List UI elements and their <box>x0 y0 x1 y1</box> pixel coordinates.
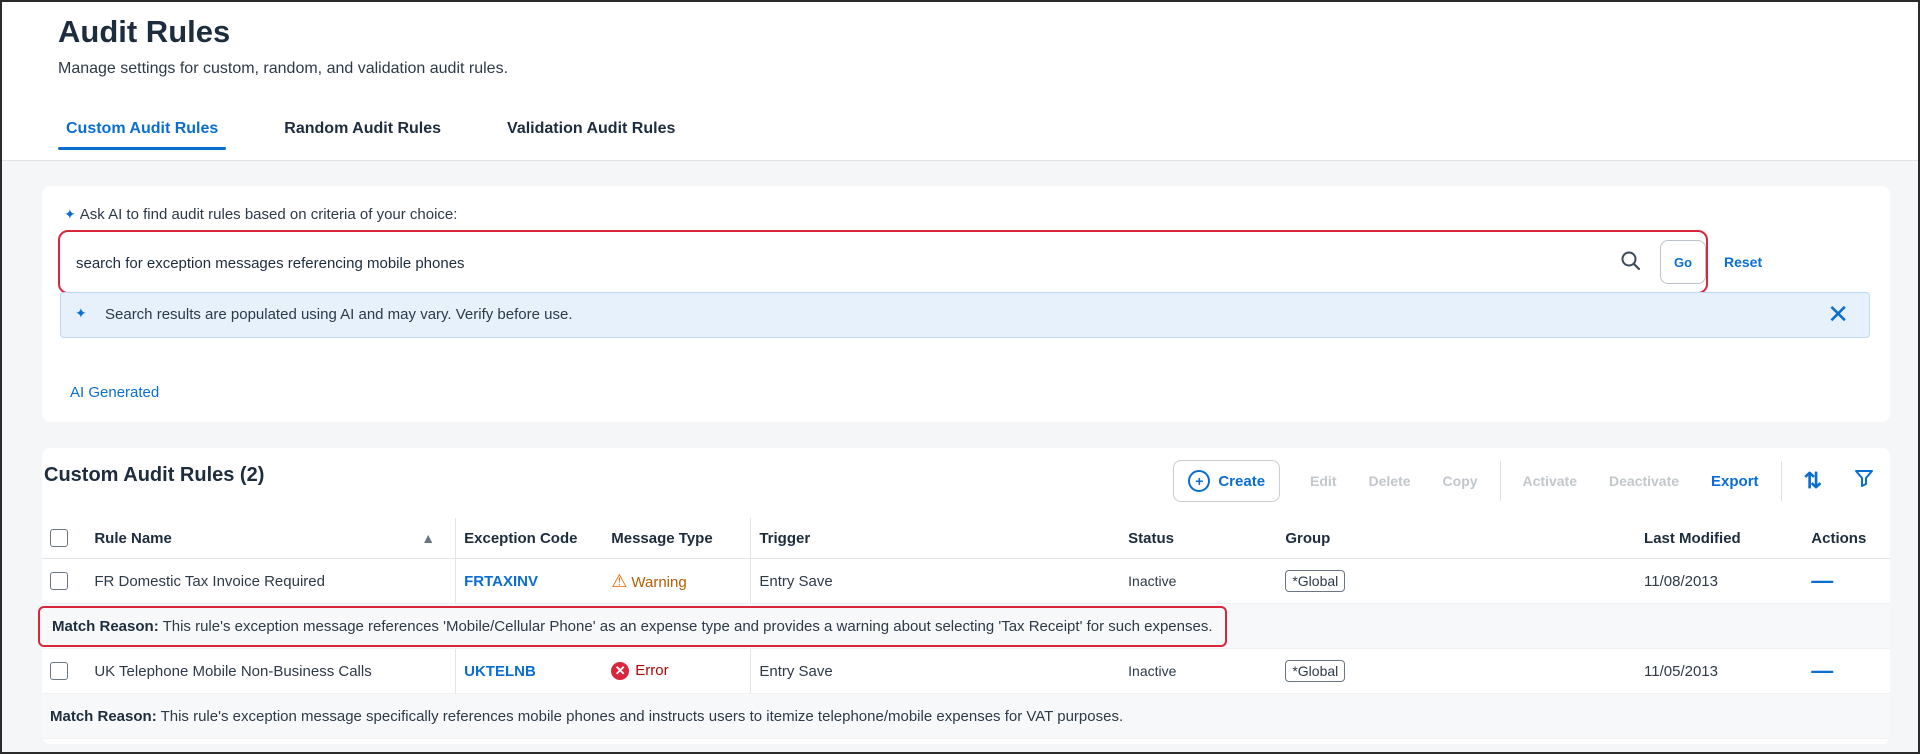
create-label: Create <box>1218 472 1266 490</box>
match-reason-label: Match Reason: <box>52 617 159 635</box>
select-all-header <box>42 518 87 559</box>
toolbar-divider <box>1499 461 1501 501</box>
match-reason-cell: Match Reason: This rule's exception mess… <box>42 693 1890 739</box>
exception-code-cell: UKTELNB <box>455 648 604 694</box>
tab-custom-audit-rules[interactable]: Custom Audit Rules <box>58 116 227 150</box>
status-cell: Inactive <box>1120 558 1278 604</box>
column-header-exception-code[interactable]: Exception Code <box>455 518 604 559</box>
ai-sparkle-icon: ✦ <box>75 305 87 321</box>
table-row[interactable]: UK Telephone Mobile Non-Business Calls U… <box>42 648 1890 694</box>
toolbar-divider <box>1780 461 1782 501</box>
group-tag: *Global <box>1285 660 1346 682</box>
exception-code-link[interactable]: UKTELNB <box>464 663 536 680</box>
ai-sparkle-icon: ✦ <box>64 206 76 222</box>
message-type-text: Warning <box>631 573 687 591</box>
message-type-cell: ✕ Error <box>603 648 752 694</box>
export-button[interactable]: Export <box>1695 473 1775 490</box>
more-dash-icon[interactable]: — <box>1811 568 1833 593</box>
exception-code-link[interactable]: FRTAXINV <box>464 573 538 590</box>
audit-rules-table: Rule Name ▲ Exception Code Message Type … <box>38 518 1890 739</box>
column-label: Rule Name <box>94 529 172 547</box>
match-reason-highlight: Match Reason: This rule's exception mess… <box>38 605 1227 647</box>
rule-name-cell: UK Telephone Mobile Non-Business Calls <box>86 648 457 694</box>
match-reason-text: This rule's exception message references… <box>162 617 1213 635</box>
reset-button[interactable]: Reset <box>1724 254 1762 270</box>
column-header-message-type[interactable]: Message Type <box>603 518 752 559</box>
exception-code-cell: FRTAXINV <box>455 558 604 604</box>
page-header: Audit Rules Manage settings for custom, … <box>2 2 1918 161</box>
plus-circle-icon: + <box>1188 470 1211 492</box>
table-header-row: Rule Name ▲ Exception Code Message Type … <box>42 518 1890 559</box>
more-dash-icon[interactable]: — <box>1811 658 1833 683</box>
row-checkbox[interactable] <box>50 572 68 591</box>
ai-search-input[interactable] <box>74 242 1648 284</box>
ai-info-strip: ✦ Search results are populated using AI … <box>60 292 1870 338</box>
ai-search-box: Go <box>58 230 1708 294</box>
close-icon[interactable]: ✕ <box>1827 299 1849 330</box>
ai-search-label-text: Ask AI to find audit rules based on crit… <box>79 206 458 223</box>
tab-validation-audit-rules[interactable]: Validation Audit Rules <box>499 116 683 150</box>
column-header-last-modified[interactable]: Last Modified <box>1636 518 1804 559</box>
actions-cell: — <box>1803 558 1890 604</box>
match-reason-cell: Match Reason: This rule's exception mess… <box>38 603 1890 649</box>
message-type-cell: ⚠ Warning <box>603 558 752 604</box>
match-reason-label: Match Reason: <box>50 707 157 725</box>
group-cell: *Global <box>1277 558 1637 604</box>
edit-button[interactable]: Edit <box>1294 473 1352 489</box>
sort-ascending-icon: ▲ <box>421 530 436 546</box>
page-title: Audit Rules <box>58 14 231 49</box>
last-modified-cell: 11/05/2013 <box>1636 648 1804 694</box>
tab-random-audit-rules[interactable]: Random Audit Rules <box>276 116 449 150</box>
ai-generated-label[interactable]: AI Generated <box>70 384 159 401</box>
ai-search-panel: ✦ Ask AI to find audit rules based on cr… <box>42 186 1890 422</box>
column-header-group[interactable]: Group <box>1277 518 1637 559</box>
warning-triangle-icon: ⚠ <box>611 570 628 591</box>
match-reason-text: This rule's exception message specifical… <box>160 707 1124 725</box>
status-cell: Inactive <box>1120 648 1278 694</box>
group-tag: *Global <box>1285 570 1346 592</box>
select-all-checkbox[interactable] <box>50 529 68 548</box>
message-type-text: Error <box>635 661 669 679</box>
page-subtitle: Manage settings for custom, random, and … <box>58 60 509 77</box>
trigger-cell: Entry Save <box>750 648 1121 694</box>
table-toolbar: + Create Edit Delete Copy Activate Deact… <box>1173 458 1890 504</box>
app-window: Audit Rules Manage settings for custom, … <box>0 0 1920 754</box>
delete-button[interactable]: Delete <box>1353 473 1427 489</box>
sort-icon[interactable]: ⇅ <box>1788 468 1838 494</box>
column-header-rule-name[interactable]: Rule Name ▲ <box>86 518 457 559</box>
ai-info-message: Search results are populated using AI an… <box>105 306 573 323</box>
last-modified-cell: 11/08/2013 <box>1636 558 1804 604</box>
table-row[interactable]: FR Domestic Tax Invoice Required FRTAXIN… <box>42 558 1890 604</box>
create-button[interactable]: + Create <box>1173 460 1281 502</box>
column-header-actions: Actions <box>1803 518 1890 559</box>
match-reason-row: Match Reason: This rule's exception mess… <box>42 693 1890 739</box>
table-title: Custom Audit Rules (2) <box>44 464 265 486</box>
custom-audit-rules-card: Custom Audit Rules (2) + Create Edit Del… <box>38 448 1890 744</box>
row-select-cell <box>42 558 87 604</box>
row-checkbox[interactable] <box>50 662 68 681</box>
column-header-status[interactable]: Status <box>1120 518 1278 559</box>
filter-icon[interactable] <box>1838 468 1890 494</box>
trigger-cell: Entry Save <box>750 558 1121 604</box>
deactivate-button[interactable]: Deactivate <box>1593 473 1695 489</box>
tab-bar: Custom Audit Rules Random Audit Rules Va… <box>58 116 683 150</box>
search-icon[interactable] <box>1616 246 1646 276</box>
actions-cell: — <box>1803 648 1890 694</box>
group-cell: *Global <box>1277 648 1637 694</box>
error-circle-icon: ✕ <box>611 662 630 681</box>
go-button[interactable]: Go <box>1660 240 1706 284</box>
row-select-cell <box>42 648 87 694</box>
match-reason-row: Match Reason: This rule's exception mess… <box>38 603 1890 649</box>
activate-button[interactable]: Activate <box>1507 473 1593 489</box>
ai-search-label: ✦ Ask AI to find audit rules based on cr… <box>64 206 457 223</box>
rule-name-cell: FR Domestic Tax Invoice Required <box>86 558 457 604</box>
column-header-trigger[interactable]: Trigger <box>750 518 1121 559</box>
copy-button[interactable]: Copy <box>1427 473 1494 489</box>
